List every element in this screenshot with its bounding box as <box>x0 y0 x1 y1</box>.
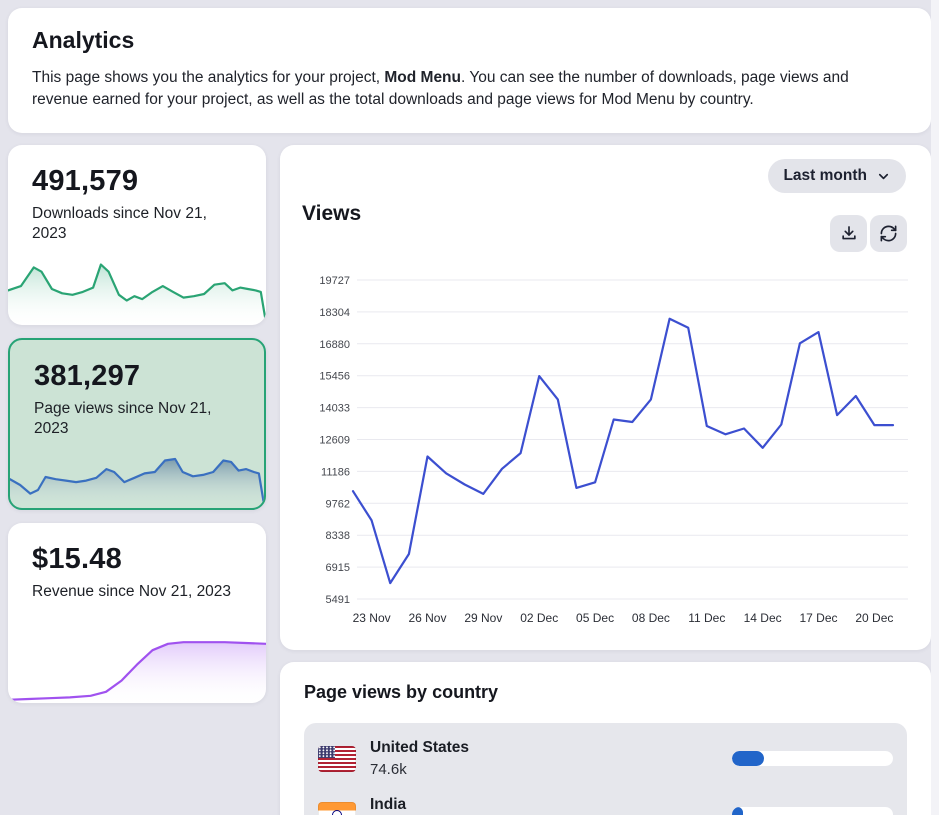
svg-text:18304: 18304 <box>319 307 350 319</box>
date-range-label: Last month <box>783 167 867 185</box>
refresh-chart-button[interactable] <box>870 215 907 252</box>
country-name: United States <box>370 739 718 757</box>
stat-card-downloads[interactable]: 491,579 Downloads since Nov 21, 2023 <box>8 145 266 325</box>
date-range-selector[interactable]: Last month <box>768 159 906 193</box>
country-progress-fill <box>732 807 743 815</box>
revenue-sparkline <box>8 623 266 703</box>
svg-text:6915: 6915 <box>326 562 350 574</box>
page-title: Analytics <box>32 27 907 54</box>
svg-text:20 Dec: 20 Dec <box>855 611 893 625</box>
country-page-views: 74.6k <box>370 761 718 778</box>
svg-text:11 Dec: 11 Dec <box>688 611 725 625</box>
svg-text:02 Dec: 02 Dec <box>520 611 558 625</box>
india-flag-icon <box>318 802 356 815</box>
downloads-value: 491,579 <box>32 165 242 198</box>
country-info: India <box>370 796 718 815</box>
project-name: Mod Menu <box>384 69 461 86</box>
country-progress-track <box>732 807 893 815</box>
country-panel: Page views by country United States 74.6… <box>280 662 931 815</box>
svg-text:19727: 19727 <box>319 275 350 287</box>
chevron-down-icon <box>876 169 891 184</box>
us-flag-icon <box>318 746 356 772</box>
page-header-card: Analytics This page shows you the analyt… <box>8 8 931 133</box>
country-row-united-states: United States 74.6k <box>304 730 907 787</box>
country-row-india: India <box>304 787 907 815</box>
svg-text:17 Dec: 17 Dec <box>800 611 838 625</box>
svg-text:8338: 8338 <box>326 530 350 542</box>
svg-text:9762: 9762 <box>326 498 350 510</box>
views-line-chart: 5491 6915 8338 9762 11186 12609 14033 15456 1688… <box>300 257 920 635</box>
svg-text:29 Nov: 29 Nov <box>464 611 502 625</box>
svg-text:08 Dec: 08 Dec <box>632 611 670 625</box>
views-panel: Last month Views 5491 6915 8338 9762 11186 12… <box>280 145 931 650</box>
analytics-page: Analytics This page shows you the analyt… <box>0 0 939 815</box>
page-description: This page shows you the analytics for yo… <box>32 67 907 111</box>
chart-title: Views <box>302 202 361 226</box>
svg-text:05 Dec: 05 Dec <box>576 611 614 625</box>
country-panel-title: Page views by country <box>304 682 907 703</box>
svg-text:26 Nov: 26 Nov <box>408 611 446 625</box>
svg-text:23 Nov: 23 Nov <box>353 611 391 625</box>
svg-text:5491: 5491 <box>326 594 350 606</box>
stat-card-revenue[interactable]: $15.48 Revenue since Nov 21, 2023 <box>8 523 266 703</box>
page-scrollbar[interactable] <box>931 0 939 815</box>
svg-text:14033: 14033 <box>319 403 350 415</box>
description-pre: This page shows you the analytics for yo… <box>32 69 384 86</box>
revenue-label: Revenue since Nov 21, 2023 <box>32 582 242 602</box>
page-views-sparkline <box>10 436 264 508</box>
downloads-label: Downloads since Nov 21, 2023 <box>32 204 242 244</box>
stat-card-page-views[interactable]: 381,297 Page views since Nov 21, 2023 <box>8 338 266 510</box>
svg-text:16880: 16880 <box>319 339 350 351</box>
svg-text:11186: 11186 <box>321 466 350 478</box>
country-progress-track <box>732 751 893 766</box>
page-views-value: 381,297 <box>34 360 240 393</box>
download-icon <box>839 224 859 244</box>
country-progress-fill <box>732 751 764 766</box>
export-chart-button[interactable] <box>830 215 867 252</box>
page-views-label: Page views since Nov 21, 2023 <box>34 399 240 439</box>
country-name: India <box>370 796 718 814</box>
country-list: United States 74.6k India <box>304 723 907 815</box>
svg-text:14 Dec: 14 Dec <box>744 611 782 625</box>
country-info: United States 74.6k <box>370 739 718 778</box>
svg-text:12609: 12609 <box>319 435 350 447</box>
refresh-icon <box>879 224 898 243</box>
revenue-value: $15.48 <box>32 543 242 576</box>
svg-text:15456: 15456 <box>319 371 350 383</box>
downloads-sparkline <box>8 253 266 325</box>
